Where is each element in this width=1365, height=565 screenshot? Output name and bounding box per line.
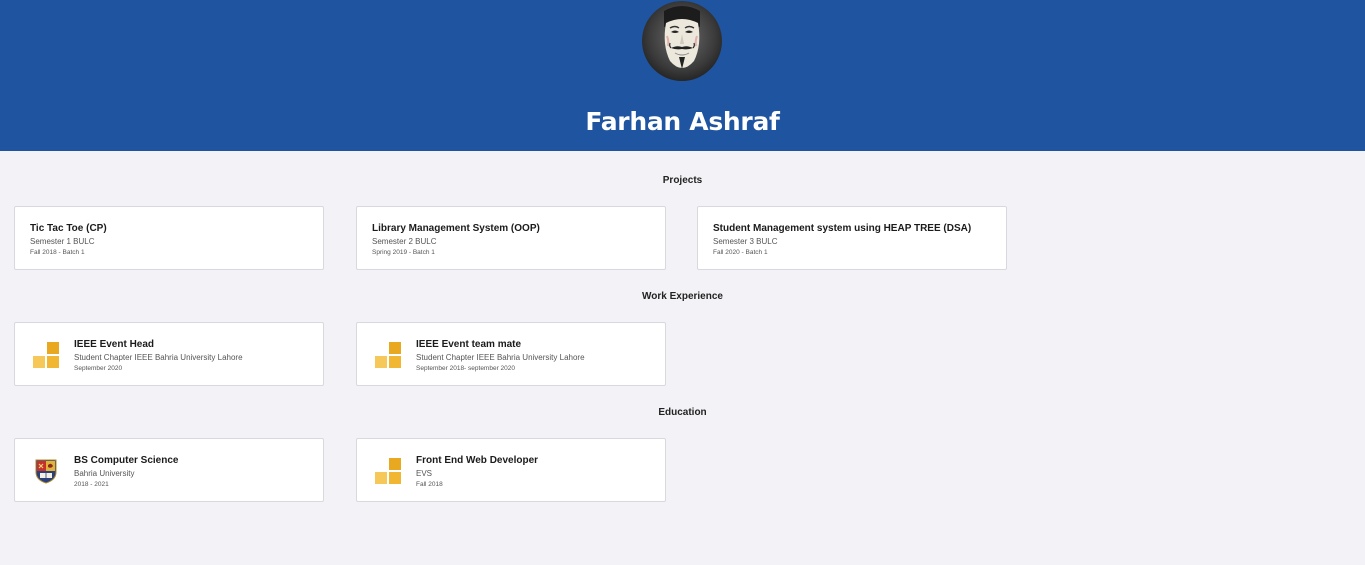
work-card-ieee-event-head[interactable]: IEEE Event Head Student Chapter IEEE Bah… (14, 322, 324, 386)
card-title: IEEE Event Head (74, 339, 155, 350)
work-card-ieee-event-team-mate[interactable]: IEEE Event team mate Student Chapter IEE… (356, 322, 666, 386)
card-title: Student Management system using HEAP TRE… (713, 223, 972, 234)
card-date: Fall 2020 - Batch 1 (713, 249, 768, 256)
education-card-front-end-web-developer[interactable]: Front End Web Developer EVS Fall 2018 (356, 438, 666, 502)
card-date: Fall 2018 - Batch 1 (30, 249, 85, 256)
card-title: IEEE Event team mate (416, 339, 522, 350)
card-date: Spring 2019 - Batch 1 (372, 249, 435, 256)
card-subtitle: Semester 1 BULC (30, 237, 95, 246)
education-card-bs-computer-science[interactable]: BS Computer Science Bahria University 20… (14, 438, 324, 502)
card-subtitle: Semester 2 BULC (372, 237, 437, 246)
card-subtitle: Student Chapter IEEE Bahria University L… (74, 353, 243, 362)
company-logo-icon (375, 342, 401, 368)
project-card-library-management[interactable]: Library Management System (OOP) Semester… (356, 206, 666, 270)
section-title-education: Education (658, 407, 707, 418)
university-crest-icon (35, 459, 57, 484)
section-title-projects: Projects (662, 175, 703, 186)
project-card-student-management[interactable]: Student Management system using HEAP TRE… (697, 206, 1007, 270)
card-title: Tic Tac Toe (CP) (30, 223, 107, 234)
avatar[interactable] (642, 1, 722, 81)
card-date: Fall 2018 (416, 481, 443, 488)
card-subtitle: EVS (416, 469, 433, 478)
project-card-tic-tac-toe[interactable]: Tic Tac Toe (CP) Semester 1 BULC Fall 20… (14, 206, 324, 270)
company-logo-icon (375, 458, 401, 484)
card-date: 2018 - 2021 (74, 481, 109, 488)
card-title: BS Computer Science (74, 455, 179, 466)
profile-name: Farhan Ashraf (585, 107, 780, 136)
card-date: September 2020 (74, 365, 123, 372)
card-subtitle: Semester 3 BULC (713, 237, 778, 246)
profile-header: Farhan Ashraf (0, 0, 1365, 151)
card-subtitle: Student Chapter IEEE Bahria University L… (416, 353, 585, 362)
card-date: September 2018- september 2020 (416, 365, 516, 372)
guy-fawkes-mask-avatar-icon (642, 1, 722, 81)
card-title: Front End Web Developer (416, 455, 539, 466)
card-subtitle: Bahria University (74, 469, 135, 478)
card-title: Library Management System (OOP) (372, 223, 540, 234)
company-logo-icon (33, 342, 59, 368)
section-title-work-experience: Work Experience (642, 291, 723, 302)
